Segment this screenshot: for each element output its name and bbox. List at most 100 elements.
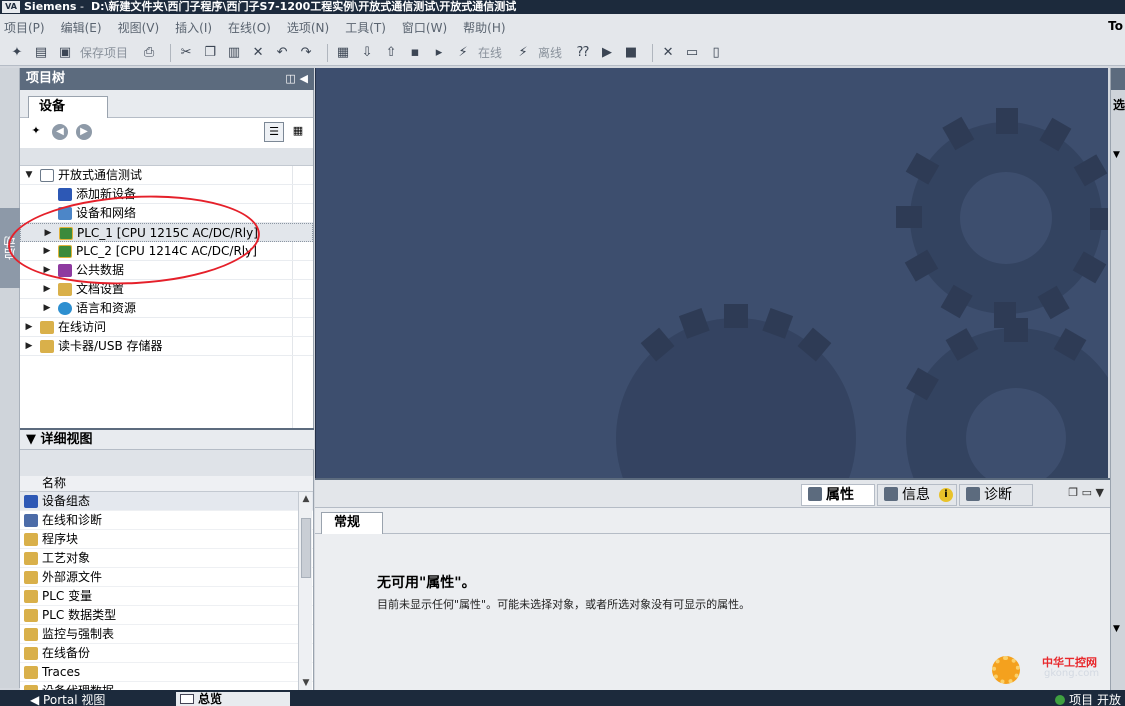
detail-item-label: 工艺对象 — [42, 551, 91, 565]
expand-arrow-icon[interactable]: ▶ — [42, 280, 52, 299]
start-cpu-icon[interactable]: ▶ — [598, 44, 616, 62]
detail-view-icon[interactable]: ☰ — [264, 122, 284, 142]
project-tree-panel: 设备 ✦ ◀ ▶ ☰ ▦ ▼ 开放式通信测试 添加新设备 设备和网络 ▶ PLC… — [20, 90, 314, 466]
card-reader-icon — [40, 340, 54, 353]
detail-item[interactable]: 在线备份 — [20, 644, 313, 663]
detail-view-scrollbar[interactable]: ▲ ▼ — [298, 492, 312, 690]
download-icon[interactable]: ⇩ — [358, 44, 376, 62]
tree-item-devices-networks[interactable]: 设备和网络 — [20, 204, 313, 223]
save-project-button[interactable]: 保存项目 — [80, 44, 128, 61]
expand-arrow-icon[interactable]: ▶ — [42, 261, 52, 280]
cut-icon[interactable]: ✂ — [177, 44, 195, 62]
delete-icon[interactable]: ✕ — [249, 44, 267, 62]
tree-item-label: 在线访问 — [58, 320, 107, 334]
scroll-up-icon[interactable]: ▲ — [300, 492, 312, 506]
name-column-header[interactable]: 名称 — [42, 476, 66, 491]
copy-icon[interactable]: ❐ — [201, 44, 219, 62]
tree-item-project[interactable]: ▼ 开放式通信测试 — [20, 166, 313, 185]
menu-view[interactable]: 视图(V) — [118, 19, 160, 36]
compile-icon[interactable]: ▦ — [334, 44, 352, 62]
redo-icon[interactable]: ↷ — [297, 44, 315, 62]
go-online-button[interactable]: 在线 — [478, 44, 502, 61]
grid-view-icon[interactable]: ▦ — [288, 122, 308, 142]
project-status: 项目 开放 — [1055, 691, 1121, 706]
detail-item[interactable]: Traces — [20, 663, 313, 682]
go-offline-icon[interactable]: ⚡ — [514, 44, 532, 62]
tree-item-languages[interactable]: ▶ 语言和资源 — [20, 299, 313, 318]
project-status-label: 项目 开放 — [1069, 693, 1121, 706]
menu-tools[interactable]: 工具(T) — [345, 19, 386, 36]
tab-properties-label: 属性 — [826, 487, 854, 503]
back-icon[interactable]: ◀ — [52, 124, 68, 140]
detail-view-header[interactable]: ▼ 详细视图 — [20, 428, 314, 450]
paste-icon[interactable]: ▥ — [225, 44, 243, 62]
menu-options[interactable]: 选项(N) — [287, 19, 329, 36]
tab-general[interactable]: 常规 — [321, 512, 383, 534]
detail-item[interactable]: PLC 变量 — [20, 587, 313, 606]
close-icon[interactable]: ✕ — [659, 44, 677, 62]
tab-properties[interactable]: 属性 — [801, 484, 875, 506]
collapse-arrow-icon[interactable]: ▼ — [24, 166, 34, 185]
print-icon[interactable]: ⎙ — [140, 44, 158, 62]
start-sim-icon[interactable]: ▸ — [430, 44, 448, 62]
expand-arrow-icon[interactable]: ▶ — [24, 318, 34, 337]
menu-project[interactable]: 项目(P) — [4, 19, 45, 36]
stop-cpu-icon[interactable]: ■ — [622, 44, 640, 62]
overview-tab[interactable]: 总览 — [176, 692, 290, 706]
split-horizontal-icon[interactable]: ▭ — [683, 44, 701, 62]
inspector-window-controls-icon[interactable]: ❐ ▭ ▼ — [1068, 486, 1104, 499]
chevron-down-icon[interactable]: ▼ — [1113, 150, 1120, 160]
portal-view-button[interactable]: ◀ Portal 视图 — [30, 691, 105, 706]
detail-item[interactable]: 外部源文件 — [20, 568, 313, 587]
upload-icon[interactable]: ⇧ — [382, 44, 400, 62]
split-vertical-icon[interactable]: ▯ — [707, 44, 725, 62]
menu-window[interactable]: 窗口(W) — [402, 19, 447, 36]
expand-arrow-icon[interactable]: ▶ — [43, 224, 53, 243]
document-settings-icon — [58, 283, 72, 296]
detail-item[interactable]: 设备组态 — [20, 492, 313, 511]
expand-arrow-icon[interactable]: ▶ — [42, 299, 52, 318]
forward-icon[interactable]: ▶ — [76, 124, 92, 140]
tree-item-card-reader[interactable]: ▶ 读卡器/USB 存储器 — [20, 337, 313, 356]
scroll-thumb[interactable] — [301, 518, 311, 578]
expand-arrow-icon[interactable]: ▶ — [24, 337, 34, 356]
tab-diagnostics[interactable]: 诊断 — [959, 484, 1033, 506]
start-vertical-tab[interactable]: 启动 — [0, 208, 20, 288]
chevron-down-icon[interactable]: ▼ — [1113, 624, 1120, 634]
tab-devices[interactable]: 设备 — [28, 96, 108, 118]
tree-item-label: 文档设置 — [76, 282, 125, 296]
detail-item[interactable]: PLC 数据类型 — [20, 606, 313, 625]
menu-edit[interactable]: 编辑(E) — [61, 19, 102, 36]
right-strip-header — [1111, 68, 1125, 90]
scroll-down-icon[interactable]: ▼ — [300, 676, 312, 690]
detail-view-toggle-icon[interactable]: ▼ — [26, 432, 36, 447]
tree-item-plc1[interactable]: ▶ PLC_1 [CPU 1215C AC/DC/Rly] — [20, 223, 313, 242]
detail-item[interactable]: 在线和诊断 — [20, 511, 313, 530]
go-online-icon[interactable]: ⚡ — [454, 44, 472, 62]
collapse-panel-icon[interactable]: ◫ ◀ — [285, 68, 308, 90]
toolbar-separator — [652, 43, 654, 62]
menu-insert[interactable]: 插入(I) — [175, 19, 212, 36]
menu-online[interactable]: 在线(O) — [228, 19, 271, 36]
tree-item-doc-settings[interactable]: ▶ 文档设置 — [20, 280, 313, 299]
right-strip-label[interactable]: 选 — [1113, 96, 1125, 113]
new-project-icon[interactable]: ✦ — [8, 44, 26, 62]
tree-item-common-data[interactable]: ▶ 公共数据 — [20, 261, 313, 280]
tree-item-online-access[interactable]: ▶ 在线访问 — [20, 318, 313, 337]
detail-item[interactable]: 工艺对象 — [20, 549, 313, 568]
detail-item[interactable]: 监控与强制表 — [20, 625, 313, 644]
accessible-devices-icon[interactable]: ⁇ — [574, 44, 592, 62]
workspace-area — [315, 68, 1108, 478]
save-icon[interactable]: ▣ — [56, 44, 74, 62]
undo-icon[interactable]: ↶ — [273, 44, 291, 62]
open-project-icon[interactable]: ▤ — [32, 44, 50, 62]
tree-item-add-device[interactable]: 添加新设备 — [20, 185, 313, 204]
simulation-icon[interactable]: ▪ — [406, 44, 424, 62]
expand-arrow-icon[interactable]: ▶ — [42, 242, 52, 261]
tree-item-plc2[interactable]: ▶ PLC_2 [CPU 1214C AC/DC/Rly] — [20, 242, 313, 261]
detail-item[interactable]: 程序块 — [20, 530, 313, 549]
go-offline-button[interactable]: 离线 — [538, 44, 562, 61]
menu-help[interactable]: 帮助(H) — [463, 19, 505, 36]
tree-item-label: 设备和网络 — [76, 206, 137, 220]
new-folder-icon[interactable]: ✦ — [26, 122, 46, 142]
